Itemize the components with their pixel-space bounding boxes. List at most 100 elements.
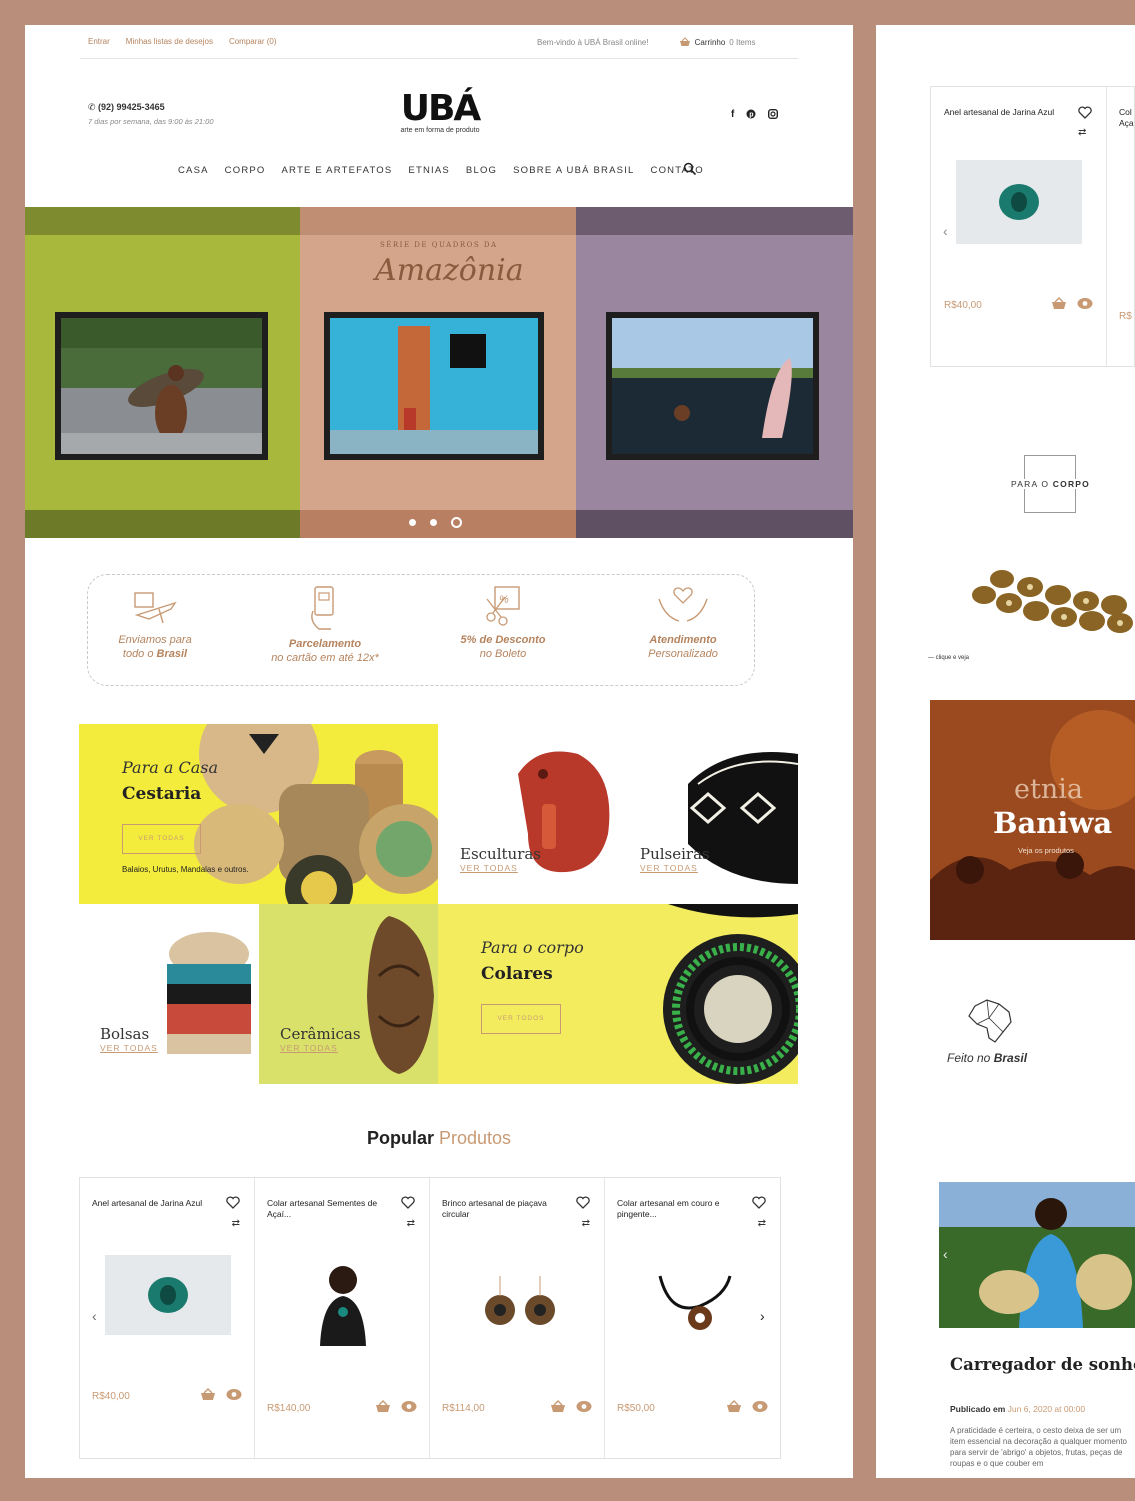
wishlist-link[interactable]: Minhas listas de desejos (126, 37, 213, 46)
carousel-prev-icon[interactable]: ‹ (943, 1246, 948, 1262)
necklace-image (663, 904, 798, 1084)
compare-arrows-icon[interactable]: ⇄ (407, 1218, 415, 1229)
etnia-sub[interactable]: Veja os produtos (1018, 846, 1074, 855)
basket-icon[interactable] (375, 1400, 391, 1413)
nav-item-casa[interactable]: CASA (178, 165, 209, 176)
eye-icon[interactable] (752, 1400, 768, 1413)
blog-image[interactable]: ‹ (939, 1182, 1135, 1328)
carousel-next-icon[interactable]: › (760, 1308, 765, 1324)
hero-slider[interactable]: SÉRIE DE QUADROS DA Amazônia (25, 207, 853, 538)
popular-title-a: Popular (366, 1128, 439, 1148)
carousel-prev-icon[interactable]: ‹ (943, 223, 948, 239)
perk-line2: Personalizado (648, 648, 718, 660)
product-image[interactable] (630, 1266, 756, 1342)
tile-cestaria[interactable]: Para a Casa Cestaria VER TODAS Balaios, … (79, 724, 438, 904)
compare-arrows-icon[interactable]: ⇄ (1078, 127, 1086, 138)
perk-line1: Enviamos para (118, 634, 192, 646)
product-actions (550, 1400, 592, 1413)
basket-icon[interactable] (550, 1400, 566, 1413)
site-logo[interactable]: UBÁ arte em forma de produto (385, 91, 495, 135)
product-card[interactable]: Anel artesanal de Jarina Azul ⇄ ‹ R$40,0… (931, 87, 1107, 367)
product-actions (726, 1400, 768, 1413)
tile-pulseiras[interactable]: Pulseiras VER TODAS (618, 724, 798, 904)
tile-title: Colares (481, 964, 553, 984)
wishlist-heart-icon[interactable] (401, 1196, 415, 1209)
product-card[interactable]: Colar artesanal em couro e pingente... ⇄… (605, 1178, 780, 1458)
product-price: R$140,00 (267, 1403, 311, 1414)
wishlist-heart-icon[interactable] (226, 1196, 240, 1209)
eye-icon[interactable] (401, 1400, 417, 1413)
svg-text:p: p (750, 112, 754, 119)
cart-link[interactable]: Carrinho 0 Items (679, 37, 756, 47)
search-icon[interactable] (683, 162, 697, 176)
eye-icon[interactable] (1077, 297, 1093, 310)
facebook-icon[interactable]: f (731, 109, 734, 120)
tile-desc: Balaios, Urutus, Mandalas e outros. (122, 865, 249, 874)
login-link[interactable]: Entrar (88, 37, 110, 46)
corpo-caption[interactable]: — clique e veja (928, 655, 969, 661)
perk-line1: Parcelamento (288, 638, 362, 650)
tile-bolsas[interactable]: Bolsas VER TODAS (79, 904, 259, 1084)
tile-esculturas[interactable]: Esculturas VER TODAS (438, 724, 618, 904)
nav-item-etnias[interactable]: ETNIAS (408, 165, 450, 176)
nav-item-blog[interactable]: BLOG (466, 165, 497, 176)
compare-arrows-icon[interactable]: ⇄ (758, 1218, 766, 1229)
blog-title[interactable]: Carregador de sonhos com bateria vegetal (950, 1352, 1135, 1378)
ver-todos-button[interactable]: VER TODOS (481, 1004, 561, 1034)
wishlist-heart-icon[interactable] (576, 1196, 590, 1209)
compare-link[interactable]: Comparar (0) (229, 37, 277, 46)
slide-dot-1[interactable] (409, 519, 416, 526)
basket-icon[interactable] (726, 1400, 742, 1413)
basket-icon[interactable] (1051, 297, 1067, 310)
corpo-promo[interactable]: PARA O CORPO — clique e veja (928, 455, 1135, 670)
logo-tagline: arte em forma de produto (400, 127, 480, 134)
cart-label: Carrinho (694, 37, 726, 47)
basket-icon[interactable] (200, 1388, 216, 1401)
product-name[interactable]: Anel artesanal de Jarina Azul (944, 107, 1074, 117)
product-name[interactable]: Colar artesanal em couro e pingente... (617, 1198, 747, 1220)
ver-todas-link[interactable]: VER TODAS (460, 863, 518, 873)
product-image[interactable] (455, 1266, 581, 1342)
product-image[interactable] (956, 160, 1082, 244)
product-image[interactable] (280, 1260, 406, 1346)
hero-frame-2 (324, 312, 544, 460)
compare-arrows-icon[interactable]: ⇄ (582, 1218, 590, 1229)
nav-item-arte[interactable]: ARTE E ARTEFATOS (282, 165, 393, 176)
tile-ceramicas[interactable]: Cerâmicas VER TODAS (259, 904, 438, 1084)
ver-todas-link[interactable]: VER TODAS (280, 1043, 338, 1053)
product-name-partial[interactable]: Col Aça (1119, 107, 1135, 129)
compare-arrows-icon[interactable]: ⇄ (232, 1218, 240, 1229)
product-card[interactable]: Brinco artesanal de piaçava circular ⇄ R… (430, 1178, 605, 1458)
product-name[interactable]: Colar artesanal Sementes de Açaí... (267, 1198, 397, 1220)
slide-dot-2[interactable] (430, 519, 437, 526)
whatsapp-icon: ✆ (88, 102, 99, 112)
wishlist-heart-icon[interactable] (1078, 106, 1092, 119)
hero-photo-dolphin (612, 318, 813, 454)
perk-line2: no Boleto (479, 648, 527, 660)
product-card[interactable]: Colar artesanal Sementes de Açaí... ⇄ R$… (255, 1178, 430, 1458)
ver-todas-link[interactable]: VER TODAS (100, 1043, 158, 1053)
ver-todas-button[interactable]: VER TODAS (122, 824, 201, 854)
blog-meta: Publicado em Jun 6, 2020 at 00:00 (950, 1404, 1086, 1414)
side-product-carousel: Anel artesanal de Jarina Azul ⇄ ‹ R$40,0… (930, 86, 1135, 367)
eye-icon[interactable] (576, 1400, 592, 1413)
product-name[interactable]: Brinco artesanal de piaçava circular (442, 1198, 572, 1220)
product-image[interactable] (105, 1255, 231, 1335)
slide-dot-3[interactable] (451, 517, 462, 528)
nav-item-sobre[interactable]: SOBRE A UBÁ BRASIL (513, 165, 634, 176)
eye-icon[interactable] (226, 1388, 242, 1401)
top-divider (80, 58, 798, 59)
product-card[interactable]: Anel artesanal de Jarina Azul ⇄ R$40,00 (80, 1178, 255, 1458)
pinterest-icon[interactable]: p (746, 109, 756, 119)
carousel-prev-icon[interactable]: ‹ (92, 1308, 97, 1324)
nav-item-corpo[interactable]: CORPO (225, 165, 266, 176)
tile-colares[interactable]: Para o corpo Colares VER TODOS (438, 904, 798, 1084)
product-name[interactable]: Anel artesanal de Jarina Azul (92, 1198, 222, 1209)
hands-heart-icon (658, 587, 708, 622)
wishlist-heart-icon[interactable] (752, 1196, 766, 1209)
welcome-text: Bem-vindo à UBÁ Brasil online! (537, 37, 649, 47)
ver-todas-link[interactable]: VER TODAS (640, 863, 698, 873)
etnia-banner[interactable]: etnia Baniwa Veja os produtos (930, 700, 1135, 940)
instagram-icon[interactable] (768, 109, 779, 119)
opening-hours: 7 dias por semana, das 9:00 às 21:00 (88, 117, 214, 126)
